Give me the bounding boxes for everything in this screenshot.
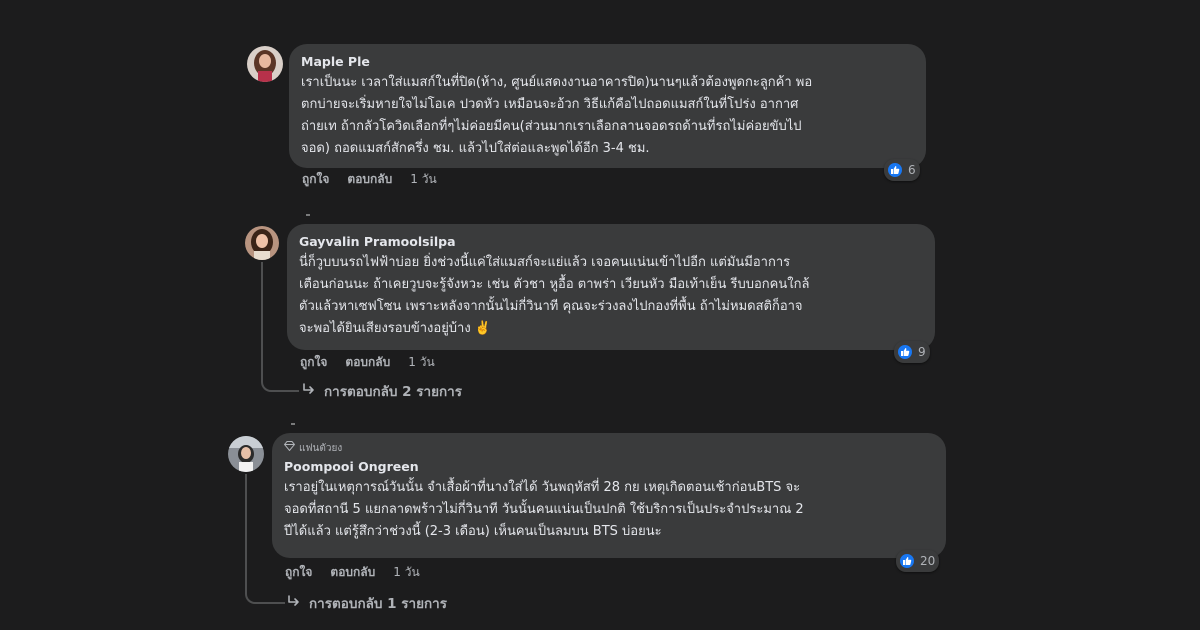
- like-button[interactable]: ถูกใจ: [285, 563, 312, 582]
- view-replies-link[interactable]: การตอบกลับ 2 รายการ: [302, 380, 462, 402]
- comment-text-line: เตือนก่อนนะ ถ้าเคยวูบจะรู้จังหวะ เช่น ตั…: [299, 277, 810, 292]
- comment-author[interactable]: Maple Ple: [301, 53, 914, 70]
- avatar[interactable]: [245, 226, 279, 260]
- diamond-icon: [283, 441, 296, 456]
- comment-text-line: ถ่ายเท ถ้ากลัวโควิดเลือกที่ๆไม่ค่อยมีคน(…: [301, 119, 802, 134]
- view-replies-label: การตอบกลับ 1 รายการ: [309, 596, 448, 612]
- reply-button[interactable]: ตอบกลับ: [347, 170, 392, 189]
- comment-text: เราเป็นนะ เวลาใส่แมสก์ในที่ปิด(ห้าง, ศูน…: [301, 72, 914, 160]
- comment-text-line: ปีได้แล้ว แต่รู้สึกว่าช่วงนี้ (2-3 เดือน…: [284, 524, 662, 539]
- like-button[interactable]: ถูกใจ: [302, 170, 329, 189]
- divider-mark: [291, 423, 295, 425]
- comment-text-line: เราอยู่ในเหตุการณ์วันนั้น จำเสื้อผ้าที่น…: [284, 480, 801, 495]
- divider-mark: [306, 214, 310, 216]
- comment-text-line: เราเป็นนะ เวลาใส่แมสก์ในที่ปิด(ห้าง, ศูน…: [301, 75, 813, 90]
- view-replies-label: การตอบกลับ 2 รายการ: [324, 384, 463, 400]
- reaction-count: 9: [918, 345, 926, 359]
- reaction-count: 6: [908, 163, 916, 177]
- reaction-summary[interactable]: 9: [894, 341, 930, 363]
- reply-button[interactable]: ตอบกลับ: [345, 353, 390, 372]
- comment-text-line: นี่ก็วูบบนรถไฟฟ้าบ่อย ยิ่งช่วงนี้แค่ใส่แ…: [299, 255, 791, 270]
- comment-timestamp[interactable]: 1 วัน: [408, 353, 434, 372]
- comment-bubble: Gayvalin Pramoolsilpa นี่ก็วูบบนรถไฟฟ้าบ…: [287, 224, 935, 350]
- comment-text: เราอยู่ในเหตุการณ์วันนั้น จำเสื้อผ้าที่น…: [284, 477, 934, 543]
- reply-button[interactable]: ตอบกลับ: [330, 563, 375, 582]
- comment-timestamp[interactable]: 1 วัน: [410, 170, 436, 189]
- comment-actions: ถูกใจ ตอบกลับ 1 วัน: [285, 563, 420, 582]
- comment-text-line: จอด) ถอดแมสก์สักครึ่ง ชม. แล้วไปใส่ต่อแล…: [301, 141, 650, 156]
- top-fan-badge[interactable]: แฟนตัวยง: [283, 441, 934, 456]
- like-button[interactable]: ถูกใจ: [300, 353, 327, 372]
- comment-timestamp[interactable]: 1 วัน: [393, 563, 419, 582]
- comment-text: นี่ก็วูบบนรถไฟฟ้าบ่อย ยิ่งช่วงนี้แค่ใส่แ…: [299, 252, 923, 340]
- reply-arrow-icon: [302, 382, 316, 400]
- comment-actions: ถูกใจ ตอบกลับ 1 วัน: [300, 353, 435, 372]
- avatar[interactable]: [228, 436, 264, 472]
- comment-bubble: Maple Ple เราเป็นนะ เวลาใส่แมสก์ในที่ปิด…: [289, 44, 926, 168]
- comment-text-line: ตกบ่ายจะเริ่มหายใจไม่โอเค ปวดหัว เหมือนจ…: [301, 97, 799, 112]
- view-replies-link[interactable]: การตอบกลับ 1 รายการ: [287, 592, 447, 614]
- reaction-summary[interactable]: 6: [884, 159, 920, 181]
- reaction-summary[interactable]: 20: [896, 550, 940, 572]
- comment-bubble: แฟนตัวยง Poompooi Ongreen เราอยู่ในเหตุก…: [272, 433, 946, 558]
- badge-label: แฟนตัวยง: [299, 442, 343, 454]
- comment-text-line: จะพอได้ยินเสียงรอบข้างอยู่บ้าง ✌️: [299, 321, 492, 336]
- thumbs-up-icon: [898, 552, 916, 570]
- comment-text-line: จอดที่สถานี 5 แยกลาดพร้าวไม่กี่วินาที วั…: [284, 502, 804, 517]
- thumbs-up-icon: [886, 161, 904, 179]
- thumbs-up-icon: [896, 343, 914, 361]
- reply-arrow-icon: [287, 594, 301, 612]
- reaction-count: 20: [920, 554, 936, 568]
- comment-author[interactable]: Poompooi Ongreen: [284, 458, 934, 475]
- comment-text-line: ตัวแล้วหาเซฟโซน เพราะหลังจากนั้นไม่กี่วิ…: [299, 299, 803, 314]
- comment-actions: ถูกใจ ตอบกลับ 1 วัน: [302, 170, 437, 189]
- avatar[interactable]: [247, 46, 283, 82]
- comment-author[interactable]: Gayvalin Pramoolsilpa: [299, 233, 923, 250]
